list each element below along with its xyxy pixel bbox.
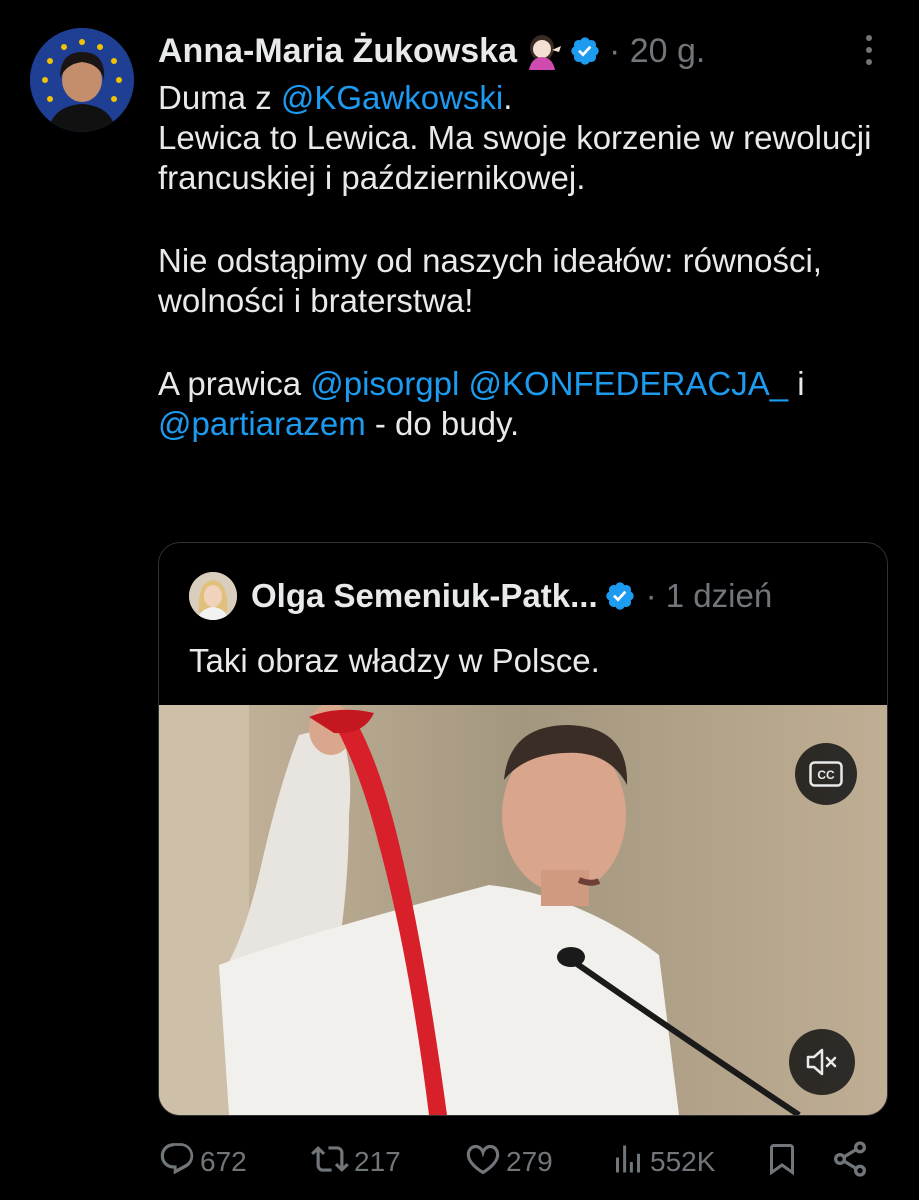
- quoted-tweet[interactable]: Olga Semeniuk-Patk... · 1 dzień Taki obr…: [158, 542, 888, 1116]
- more-options-icon[interactable]: [852, 30, 886, 70]
- share-icon: [830, 1139, 870, 1186]
- quoted-video[interactable]: CC: [159, 705, 887, 1115]
- video-frame: [159, 705, 887, 1115]
- reply-button[interactable]: 672: [158, 1138, 247, 1186]
- woman-tipping-hand-emoji-icon: [525, 32, 563, 70]
- like-count: 279: [506, 1146, 553, 1177]
- retweet-count: 217: [354, 1146, 401, 1177]
- mention-link[interactable]: @KONFEDERACJA_: [469, 365, 789, 402]
- views-chart-icon: [610, 1140, 646, 1185]
- tweet-paragraph: Lewica to Lewica. Ma swoje korzenie w re…: [158, 118, 888, 198]
- tweet-paragraph: Nie odstąpimy od naszych ideałów: równoś…: [158, 241, 888, 321]
- text-segment: [459, 365, 468, 402]
- share-button[interactable]: [830, 1138, 870, 1186]
- text-segment: A prawica: [158, 365, 311, 402]
- like-button[interactable]: 279: [464, 1138, 553, 1186]
- tweet-timestamp[interactable]: · 20 g.: [609, 32, 705, 71]
- muted-speaker-icon[interactable]: [789, 1029, 855, 1095]
- quoted-author-name[interactable]: Olga Semeniuk-Patk...: [251, 577, 598, 615]
- tweet-text: Duma z @KGawkowski. Lewica to Lewica. Ma …: [158, 78, 888, 444]
- views-button[interactable]: 552K: [610, 1138, 715, 1186]
- mention-link[interactable]: @KGawkowski: [281, 79, 503, 116]
- quoted-verified-badge-icon[interactable]: [604, 580, 636, 612]
- text-segment: Lewica to Lewica. Ma swoje korzenie w re…: [158, 119, 872, 196]
- closed-captions-icon[interactable]: CC: [795, 743, 857, 805]
- verified-badge-icon[interactable]: [569, 35, 601, 67]
- tweet-paragraph: Duma z @KGawkowski.: [158, 78, 888, 118]
- author-name[interactable]: Anna-Maria Żukowska: [158, 32, 517, 71]
- reply-count: 672: [200, 1146, 247, 1177]
- retweet-icon: [310, 1140, 350, 1185]
- text-segment: Nie odstąpimy od naszych ideałów: równoś…: [158, 242, 822, 319]
- author-avatar[interactable]: [30, 28, 134, 132]
- bookmark-icon: [764, 1140, 800, 1185]
- text-segment: i: [788, 365, 805, 402]
- tweet-action-bar: 672 217 279 552K: [158, 1138, 898, 1186]
- mention-link[interactable]: @pisorgpl: [310, 365, 459, 402]
- quoted-tweet-timestamp[interactable]: · 1 dzień: [646, 577, 773, 615]
- quoted-author-avatar[interactable]: [189, 572, 237, 620]
- reply-icon: [158, 1140, 196, 1185]
- retweet-button[interactable]: 217: [310, 1138, 401, 1186]
- text-segment: .: [503, 79, 513, 116]
- heart-icon: [464, 1140, 502, 1185]
- views-count: 552K: [650, 1146, 716, 1177]
- quoted-tweet-header: Olga Semeniuk-Patk... · 1 dzień: [189, 572, 773, 620]
- bookmark-button[interactable]: [764, 1138, 800, 1186]
- text-segment: Duma z: [158, 79, 281, 116]
- quoted-tweet-text: Taki obraz władzy w Polsce.: [189, 642, 600, 679]
- tweet-header: Anna-Maria Żukowska · 20 g.: [158, 28, 705, 74]
- mention-link[interactable]: @partiarazem: [158, 405, 366, 442]
- tweet-paragraph: A prawica @pisorgpl @KONFEDERACJA_ i @pa…: [158, 364, 888, 444]
- svg-text:CC: CC: [817, 768, 835, 782]
- text-segment: - do budy.: [365, 405, 520, 442]
